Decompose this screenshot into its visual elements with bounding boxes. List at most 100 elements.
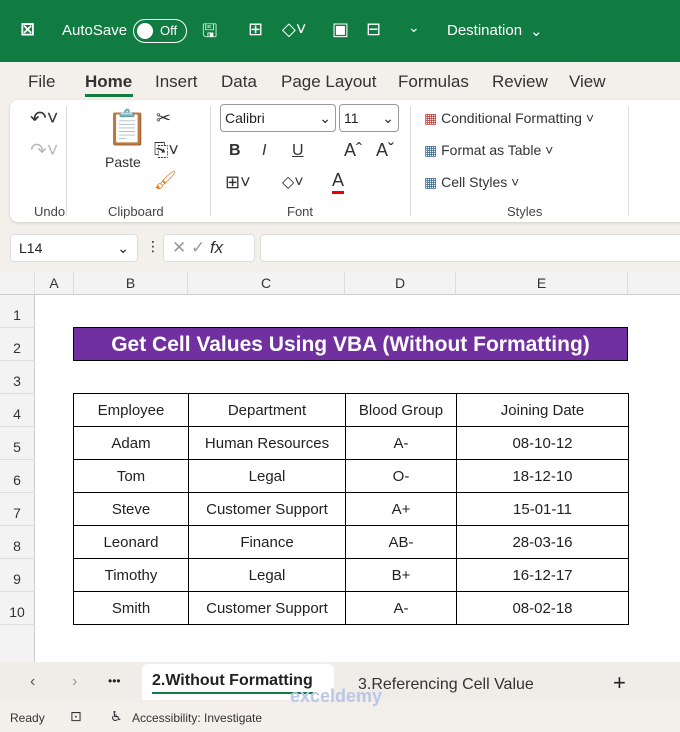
table-cell[interactable]: B+ [345, 558, 457, 592]
table-row: Adam Human Resources A- 08-10-12 [73, 426, 629, 460]
table-cell[interactable]: Human Resources [188, 426, 346, 460]
name-box[interactable]: L14 ⌄ [10, 234, 138, 262]
column-header[interactable] [628, 272, 680, 295]
format-painter-icon[interactable]: 🖌 [154, 170, 177, 191]
more-sheets-button[interactable]: ••• [108, 674, 121, 688]
status-ready: Ready [10, 711, 45, 725]
customize-icon[interactable]: ⌄ [408, 19, 420, 36]
autosave-toggle[interactable]: Off [133, 19, 187, 43]
borders-icon[interactable]: ⊞˅ [225, 172, 251, 193]
paste-button[interactable]: Paste [105, 154, 141, 170]
column-header[interactable]: E [456, 272, 628, 295]
row-header[interactable]: 7 [0, 493, 35, 526]
row-header[interactable]: 2 [0, 328, 35, 361]
table-cell[interactable]: O- [345, 459, 457, 493]
table-cell[interactable]: 28-03-16 [456, 525, 629, 559]
row-header[interactable]: 6 [0, 460, 35, 493]
bold-button[interactable]: B [229, 142, 241, 160]
table-cell[interactable]: 08-02-18 [456, 591, 629, 625]
tab-data[interactable]: Data [221, 72, 257, 92]
table-cell[interactable]: A- [345, 426, 457, 460]
table-cell[interactable]: A- [345, 591, 457, 625]
select-all[interactable] [0, 272, 35, 295]
copy-icon[interactable]: ⎘˅ [154, 140, 179, 161]
column-header[interactable]: A [35, 272, 74, 295]
macro-record-icon[interactable]: ⊡ [70, 708, 82, 725]
insert-function-button[interactable]: fx [210, 238, 223, 257]
row-header[interactable]: 5 [0, 427, 35, 460]
table-cell[interactable]: Customer Support [188, 492, 346, 526]
table-cell[interactable]: Customer Support [188, 591, 346, 625]
table-cell[interactable]: Finance [188, 525, 346, 559]
tab-page-layout[interactable]: Page Layout [281, 72, 376, 92]
prev-sheet-icon[interactable]: ‹ [30, 673, 35, 691]
decrease-font-icon[interactable]: Aˇ [376, 140, 394, 161]
formula-input[interactable] [260, 234, 680, 262]
tab-insert[interactable]: Insert [155, 72, 198, 92]
row-header[interactable]: 1 [0, 295, 35, 328]
row-header[interactable]: 4 [0, 394, 35, 427]
table-cell[interactable]: 18-12-10 [456, 459, 629, 493]
table-row: Leonard Finance AB- 28-03-16 [73, 525, 629, 559]
row-header[interactable]: 10 [0, 592, 35, 625]
merge-icon[interactable]: ⊟ [366, 19, 381, 40]
add-sheet-button[interactable]: + [613, 670, 626, 696]
tab-file[interactable]: File [28, 72, 55, 92]
font-size-select[interactable]: 11 ⌄ [339, 104, 399, 132]
header-cell[interactable]: Employee [73, 393, 189, 427]
row-header[interactable]: 3 [0, 361, 35, 394]
table-cell[interactable]: Smith [73, 591, 189, 625]
accessibility-icon[interactable]: ♿ [110, 708, 123, 725]
column-header[interactable]: D [345, 272, 456, 295]
column-header[interactable]: B [74, 272, 188, 295]
table-cell[interactable]: Legal [188, 459, 346, 493]
font-color-icon[interactable]: A [332, 170, 345, 194]
undo-icon[interactable]: ↶˅ [30, 106, 58, 131]
table-cell[interactable]: Steve [73, 492, 189, 526]
table-cell[interactable]: Adam [73, 426, 189, 460]
redo-icon[interactable]: ↷˅ [30, 138, 58, 163]
accessibility-status[interactable]: Accessibility: Investigate [132, 711, 262, 725]
header-cell[interactable]: Department [188, 393, 346, 427]
table-cell[interactable]: 08-10-12 [456, 426, 629, 460]
document-name[interactable]: Destination [447, 22, 522, 39]
eraser-icon[interactable]: ◇˅ [282, 19, 306, 40]
cut-icon[interactable]: ✂ [156, 108, 171, 129]
table-cell[interactable]: Tom [73, 459, 189, 493]
table-cell[interactable]: A+ [345, 492, 457, 526]
tab-formulas[interactable]: Formulas [398, 72, 469, 92]
header-cell[interactable]: Blood Group [345, 393, 457, 427]
table-cell[interactable]: 15-01-11 [456, 492, 629, 526]
save-icon[interactable]: 🖫 [202, 19, 217, 49]
cell-styles-button[interactable]: ▦ Cell Styles ˅ [424, 174, 519, 191]
title-cell[interactable]: Get Cell Values Using VBA (Without Forma… [73, 327, 628, 361]
sheet-tab[interactable]: 3.Referencing Cell Value [358, 676, 534, 694]
fill-color-icon[interactable]: ◇˅ [282, 172, 304, 192]
borders-icon[interactable]: ⊞ [248, 19, 263, 40]
format-as-table-button[interactable]: ▦ Format as Table ˅ [424, 142, 553, 159]
row-header[interactable]: 8 [0, 526, 35, 559]
font-name-select[interactable]: Calibri ⌄ [220, 104, 336, 132]
tab-home[interactable]: Home [85, 72, 132, 92]
tab-review[interactable]: Review [492, 72, 548, 92]
watermark-logo: exceldemy [290, 686, 383, 706]
next-sheet-icon[interactable]: › [72, 673, 77, 691]
underline-button[interactable]: U [292, 142, 304, 160]
sheet-tab-active-label[interactable]: 2.Without Formatting [152, 672, 313, 694]
chevron-down-icon[interactable]: ⌄ [530, 22, 543, 40]
table-cell[interactable]: AB- [345, 525, 457, 559]
table-cell[interactable]: Timothy [73, 558, 189, 592]
increase-font-icon[interactable]: Aˆ [344, 140, 362, 161]
title-bar: ⊠ AutoSave Off 🖫 ⊞ ◇˅ ▣ ⊟ ⌄ Destination … [0, 0, 680, 62]
table-cell[interactable]: Leonard [73, 525, 189, 559]
table-cell[interactable]: 16-12-17 [456, 558, 629, 592]
macro-icon[interactable]: ▣ [332, 19, 349, 40]
italic-button[interactable]: I [262, 142, 266, 160]
conditional-formatting-button[interactable]: ▦ Conditional Formatting ˅ [424, 110, 594, 127]
table-cell[interactable]: Legal [188, 558, 346, 592]
row-header[interactable]: 9 [0, 559, 35, 592]
tab-view[interactable]: View [569, 72, 606, 92]
paste-icon[interactable]: 📋 [106, 108, 148, 148]
column-header[interactable]: C [188, 272, 345, 295]
header-cell[interactable]: Joining Date [456, 393, 629, 427]
